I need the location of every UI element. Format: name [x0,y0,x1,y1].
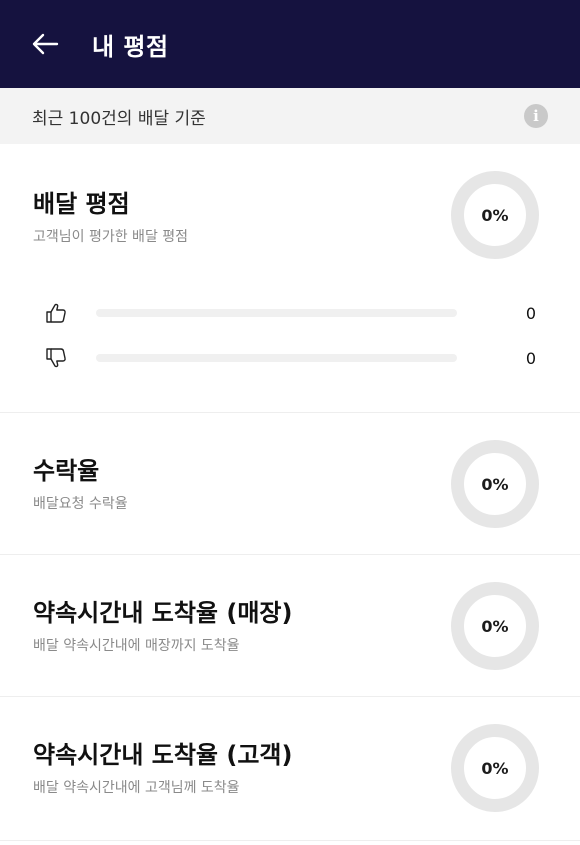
info-bar-text: 최근 100건의 배달 기준 [32,108,206,129]
info-icon[interactable]: i [524,104,548,128]
on-time-customer-subtitle: 배달 약속시간내에 고객님께 도착율 [33,780,240,796]
acceptance-rate-percent: 0% [481,474,509,494]
acceptance-rate-subtitle: 배달요청 수락율 [33,496,128,512]
delivery-rating-ring: 0% [451,171,539,259]
delivery-rating-title: 배달 평점 [33,190,130,218]
delivery-rating-section: 배달 평점 고객님이 평가한 배달 평점 0% 0 0 [0,144,580,413]
on-time-store-percent: 0% [481,616,509,636]
thumbs-down-bar [96,354,457,362]
thumbs-up-row: 0 [44,298,536,328]
on-time-customer-title: 약속시간내 도착율 (고객) [33,741,293,769]
acceptance-rate-ring: 0% [451,440,539,528]
thumbs-down-row: 0 [44,343,536,373]
on-time-store-ring: 0% [451,582,539,670]
back-button[interactable] [28,27,62,61]
page-title: 내 평점 [92,32,169,61]
delivery-rating-percent: 0% [481,205,509,225]
on-time-customer-section: 약속시간내 도착율 (고객) 배달 약속시간내에 고객님께 도착율 0% [0,697,580,841]
thumbs-down-icon [44,346,68,370]
acceptance-rate-title: 수락율 [33,457,100,485]
arrow-left-icon [32,33,59,55]
app-header: 내 평점 [0,0,580,88]
thumbs-up-count: 0 [525,303,536,323]
on-time-store-section: 약속시간내 도착율 (매장) 배달 약속시간내에 매장까지 도착율 0% [0,555,580,697]
on-time-store-title: 약속시간내 도착율 (매장) [33,599,293,627]
acceptance-rate-section: 수락율 배달요청 수락율 0% [0,413,580,555]
thumbs-up-icon [44,301,68,325]
thumbs-down-count: 0 [525,348,536,368]
delivery-rating-subtitle: 고객님이 평가한 배달 평점 [33,229,189,245]
on-time-customer-ring: 0% [451,724,539,812]
on-time-store-subtitle: 배달 약속시간내에 매장까지 도착율 [33,638,240,654]
thumbs-up-bar [96,309,457,317]
info-bar: 최근 100건의 배달 기준 i [0,88,580,144]
on-time-customer-percent: 0% [481,758,509,778]
